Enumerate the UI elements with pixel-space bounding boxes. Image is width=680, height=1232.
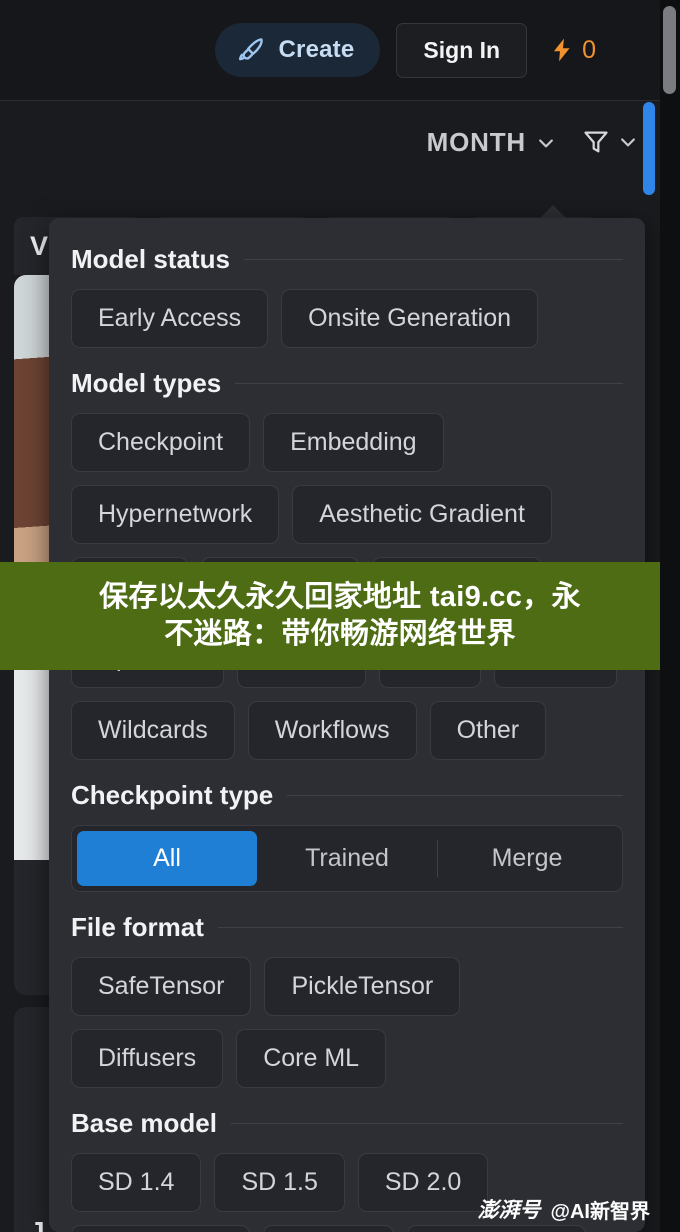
filter-section-header: Base model (71, 1108, 623, 1139)
filter-chip[interactable]: PickleTensor (264, 957, 461, 1016)
filter-chip[interactable]: SD 2.1 768 (406, 1225, 586, 1232)
page-scrollbar-thumb[interactable] (663, 6, 676, 94)
category-tab-0-label: V (30, 231, 49, 261)
filter-chip[interactable]: SafeTensor (71, 957, 252, 1016)
filter-chip[interactable]: Checkpoint (71, 413, 251, 472)
filter-panel: Model status Early Access Onsite Generatio… (49, 218, 645, 1232)
section-divider (230, 1123, 623, 1124)
section-divider (287, 795, 623, 796)
filter-section-header: Model types (71, 368, 623, 399)
section-divider (217, 927, 623, 928)
filter-section-title: Model status (71, 244, 230, 274)
filter-chip[interactable]: Diffusers (71, 1029, 224, 1088)
buzz-balance[interactable]: 0 (549, 35, 596, 65)
sort-period-dropdown[interactable]: MONTH (427, 127, 556, 158)
page-scrollbar-track[interactable] (660, 0, 680, 1232)
chevron-down-icon (536, 133, 556, 153)
create-button-label: Create (278, 36, 355, 63)
filter-chip[interactable]: Workflows (247, 701, 417, 760)
sort-period-label: MONTH (426, 127, 526, 157)
filter-chip[interactable]: SD 1.4 (71, 1153, 202, 1212)
filter-panel-body: Model status Early Access Onsite Generatio… (49, 218, 645, 1232)
filter-chip[interactable]: SD 2.1 (263, 1225, 394, 1232)
chevron-down-icon (618, 132, 638, 152)
promo-banner-line-2: 不迷路：带你畅游网络世界 (164, 618, 516, 650)
watermark-brand: 澎湃号 (477, 1199, 541, 1222)
segment-option[interactable]: Trained (257, 831, 437, 886)
filter-chip[interactable]: Hypernetwork (71, 485, 280, 544)
filter-chip[interactable]: Other (429, 701, 547, 760)
filter-section-header: Model status (71, 244, 623, 275)
filter-chip[interactable]: Onsite Generation (281, 289, 539, 348)
filter-section-header: File format (71, 912, 623, 943)
lightning-bolt-icon (549, 35, 575, 65)
filter-chip[interactable]: Core ML (236, 1029, 387, 1088)
promo-banner-line-1: 保存以太久永久回家地址 tai9.cc，永 (99, 580, 581, 613)
segment-option[interactable]: Merge (437, 831, 617, 886)
filter-section-header: Checkpoint type (71, 780, 623, 811)
promo-overlay-banner: 保存以太久永久回家地址 tai9.cc，永 不迷路：带你畅游网络世界 (0, 562, 680, 670)
filter-section-title: File format (71, 912, 204, 942)
create-button[interactable]: Create (214, 23, 381, 77)
segment-option[interactable]: All (77, 831, 257, 886)
checkpoint-type-segmented-control: All Trained Merge (71, 825, 623, 892)
filter-panel-arrow (539, 205, 567, 219)
section-divider (235, 383, 623, 384)
filter-section-title: Base model (71, 1108, 217, 1138)
sign-in-button[interactable]: Sign In (396, 22, 528, 78)
filter-chip[interactable]: Early Access (71, 289, 269, 348)
filter-chip[interactable]: SD 2.0 768 (71, 1225, 251, 1232)
filter-dropdown-toggle[interactable] (582, 127, 638, 157)
panel-scrollbar-thumb[interactable] (643, 102, 655, 195)
filter-chip[interactable]: SD 2.0 (357, 1153, 489, 1212)
filter-chip[interactable]: Aesthetic Gradient (292, 485, 552, 544)
buzz-count-label: 0 (582, 35, 596, 64)
top-header: Create Sign In 0 (0, 0, 660, 101)
filter-chip-group: SafeTensor PickleTensor Diffusers Core ML (71, 957, 623, 1088)
paintbrush-icon (237, 35, 267, 65)
filter-chip[interactable]: Wildcards (71, 701, 235, 760)
filter-section-title: Model types (71, 368, 222, 398)
filter-section-title: Checkpoint type (71, 780, 274, 810)
filter-chip[interactable]: SD 1.5 (214, 1153, 345, 1212)
filter-chip-group: Early Access Onsite Generation (71, 289, 623, 348)
watermark: 澎湃号 @AI新智界 (477, 1194, 650, 1224)
content-toolbar: MONTH (0, 101, 660, 213)
filter-chip[interactable]: Embedding (263, 413, 444, 472)
section-divider (243, 259, 623, 260)
funnel-filter-icon (582, 127, 610, 157)
watermark-account: @AI新智界 (550, 1200, 650, 1223)
app-root: V J Create Sign In 0 MONTH Model status … (0, 0, 680, 1232)
